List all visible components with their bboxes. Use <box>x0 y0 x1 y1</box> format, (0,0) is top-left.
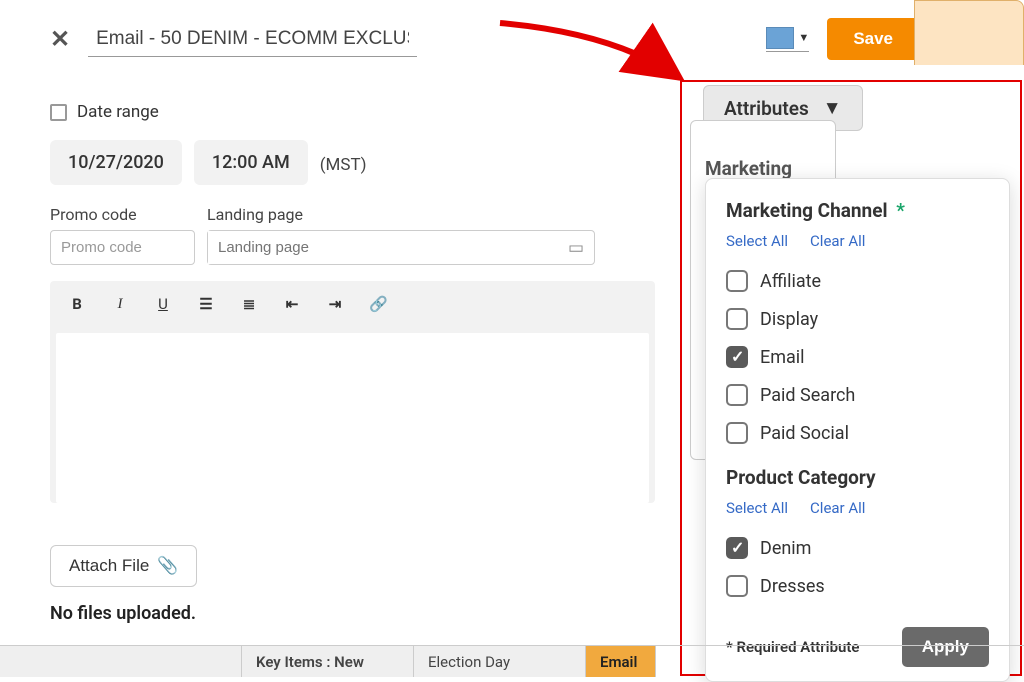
marketing-channel-title-text: Marketing Channel <box>726 199 888 222</box>
pc-checkbox[interactable] <box>726 575 748 597</box>
card-icon[interactable]: ▭ <box>558 238 594 258</box>
header-bar: ✕ ▼ Save ⋮ <box>0 0 1024 72</box>
pc-option-dresses[interactable]: Dresses <box>726 567 989 605</box>
mc-select-row: Select All Clear All <box>726 232 989 250</box>
save-button[interactable]: Save <box>827 18 919 60</box>
caret-down-icon: ▼ <box>798 31 809 44</box>
mc-checkbox[interactable] <box>726 270 748 292</box>
background-tab-strip <box>914 0 1024 65</box>
mc-clear-all[interactable]: Clear All <box>810 232 865 250</box>
mc-option-label: Paid Search <box>760 385 855 406</box>
bottom-seg-keyitems[interactable]: Key Items : New <box>242 646 414 677</box>
date-pill[interactable]: 10/27/2020 <box>50 140 182 185</box>
mc-checkbox[interactable] <box>726 422 748 444</box>
date-range-label: Date range <box>77 102 159 122</box>
landing-input[interactable] <box>208 231 558 264</box>
chevron-down-icon: ▼ <box>823 96 842 120</box>
mc-option-paid-search[interactable]: Paid Search <box>726 376 989 414</box>
bottom-seg-email[interactable]: Email <box>586 646 656 677</box>
underline-button[interactable]: U <box>154 295 172 313</box>
outdent-button[interactable]: ⇤ <box>283 295 301 313</box>
mc-checkbox[interactable] <box>726 384 748 406</box>
bold-button[interactable]: B <box>68 295 86 313</box>
marketing-channel-title: Marketing Channel * <box>726 199 989 222</box>
bottom-strip: Key Items : New Election Day Email <box>0 645 1024 677</box>
bottom-seg-election[interactable]: Election Day <box>414 646 586 677</box>
mc-option-display[interactable]: Display <box>726 300 989 338</box>
editor-body[interactable] <box>56 333 649 503</box>
attributes-tab-label: Attributes <box>724 97 809 120</box>
bottom-seg-blank <box>0 646 242 677</box>
ol-button[interactable]: ≣ <box>240 295 258 313</box>
paperclip-icon: 📎 <box>157 556 178 576</box>
mc-checkbox[interactable] <box>726 308 748 330</box>
rich-text-editor: B I U ☰ ≣ ⇤ ⇥ 🔗 <box>50 281 655 503</box>
pc-select-all[interactable]: Select All <box>726 499 788 517</box>
mc-select-all[interactable]: Select All <box>726 232 788 250</box>
timezone-label: (MST) <box>320 155 367 175</box>
pc-clear-all[interactable]: Clear All <box>810 499 865 517</box>
time-pill[interactable]: 12:00 AM <box>194 140 308 185</box>
pc-checkbox[interactable] <box>726 537 748 559</box>
mc-option-label: Display <box>760 309 818 330</box>
pc-options-list: Denim Dresses <box>726 529 989 605</box>
editor-toolbar: B I U ☰ ≣ ⇤ ⇥ 🔗 <box>50 281 655 327</box>
pc-option-label: Denim <box>760 538 811 559</box>
marketing-heading: Marketing <box>705 157 792 180</box>
pc-option-label: Dresses <box>760 576 825 597</box>
mc-option-label: Paid Social <box>760 423 849 444</box>
pc-select-row: Select All Clear All <box>726 499 989 517</box>
product-category-title-text: Product Category <box>726 466 876 489</box>
required-asterisk: * <box>896 199 905 222</box>
indent-button[interactable]: ⇥ <box>326 295 344 313</box>
mc-checkbox[interactable] <box>726 346 748 368</box>
mc-option-email[interactable]: Email <box>726 338 989 376</box>
attributes-popover: Marketing Channel * Select All Clear All… <box>705 178 1010 682</box>
attach-file-button[interactable]: Attach File 📎 <box>50 545 197 587</box>
promo-label: Promo code <box>50 205 195 224</box>
ul-button[interactable]: ☰ <box>197 295 215 313</box>
landing-label: Landing page <box>207 205 595 224</box>
title-input[interactable] <box>88 22 417 57</box>
attach-file-label: Attach File <box>69 556 149 576</box>
date-range-checkbox[interactable] <box>50 104 67 121</box>
mc-option-paid-social[interactable]: Paid Social <box>726 414 989 452</box>
mc-option-label: Affiliate <box>760 271 821 292</box>
color-picker[interactable]: ▼ <box>766 27 809 52</box>
mc-options-list: Affiliate Display Email Paid Search Paid Soc… <box>726 262 989 452</box>
italic-button[interactable]: I <box>111 296 129 313</box>
landing-input-wrap: ▭ <box>207 230 595 265</box>
product-category-title: Product Category <box>726 466 989 489</box>
promo-field: Promo code <box>50 205 195 265</box>
close-icon[interactable]: ✕ <box>50 25 70 53</box>
landing-field: Landing page ▭ <box>207 205 595 265</box>
promo-input[interactable] <box>50 230 195 265</box>
color-swatch <box>766 27 794 49</box>
link-button[interactable]: 🔗 <box>369 295 387 313</box>
mc-option-affiliate[interactable]: Affiliate <box>726 262 989 300</box>
mc-option-label: Email <box>760 347 805 368</box>
pc-option-denim[interactable]: Denim <box>726 529 989 567</box>
